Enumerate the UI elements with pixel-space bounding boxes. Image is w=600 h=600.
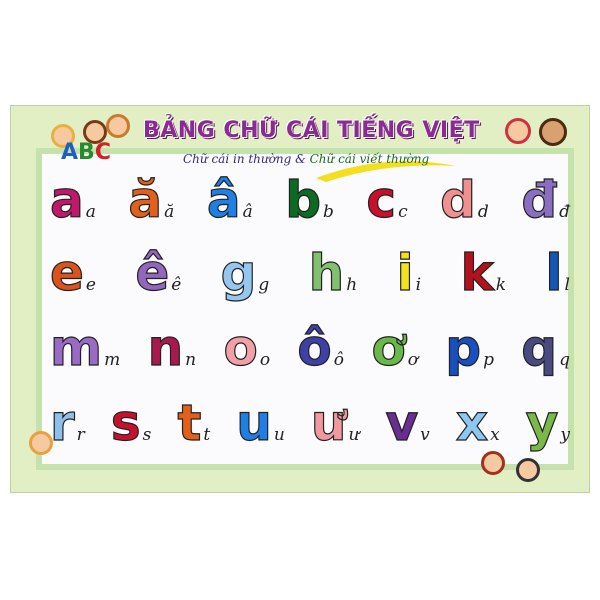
- letter-pair: ơơ: [371, 319, 418, 377]
- cursive-letter: d: [477, 202, 489, 222]
- letter-pair: êê: [135, 244, 182, 302]
- letter-pair: mm: [49, 319, 121, 377]
- cursive-letter: m: [104, 350, 121, 370]
- print-letter: g: [220, 244, 257, 302]
- print-letter: â: [206, 171, 241, 229]
- letter-pair: gg: [220, 244, 270, 302]
- letter-row: rrssttuuưưvvxxyy: [49, 394, 570, 452]
- print-letter: d: [440, 171, 477, 229]
- cursive-letter: i: [415, 275, 422, 295]
- print-letter: r: [49, 394, 75, 452]
- print-letter: s: [110, 394, 141, 452]
- letter-pair: vv: [385, 394, 430, 452]
- letter-row: eeêêgghhiikkll: [49, 244, 570, 302]
- letter-row: aaăăââbbccddđđ: [49, 171, 570, 229]
- letter-pair: ââ: [206, 171, 253, 229]
- poster-title: BẢNG CHỮ CÁI TIẾNG VIỆT: [143, 118, 480, 143]
- cursive-letter: c: [398, 202, 408, 222]
- letter-pair: nn: [147, 319, 197, 377]
- letter-pair: ss: [110, 394, 152, 452]
- print-letter: k: [460, 244, 494, 302]
- letter-pair: ii: [396, 244, 422, 302]
- letter-pair: cc: [366, 171, 408, 229]
- letter-pair: ưư: [310, 394, 360, 452]
- child-illustration: [539, 118, 567, 146]
- cursive-letter: n: [185, 350, 197, 370]
- child-illustration: [106, 114, 130, 138]
- poster-subtitle: Chữ cái in thường & Chữ cái viết thường: [183, 152, 430, 166]
- letter-pair: hh: [308, 244, 358, 302]
- letter-pair: qq: [521, 319, 570, 377]
- cursive-letter: ơ: [407, 350, 418, 370]
- cursive-letter: ô: [333, 350, 344, 370]
- print-letter: e: [49, 244, 84, 302]
- cursive-letter: s: [142, 425, 152, 445]
- print-letter: n: [147, 319, 184, 377]
- print-letter: ă: [128, 171, 163, 229]
- cursive-letter: o: [259, 350, 271, 370]
- abc-logo: ABC: [61, 140, 111, 165]
- letter-pair: ee: [49, 244, 96, 302]
- cursive-letter: p: [483, 350, 494, 370]
- letter-pair: tt: [177, 394, 211, 452]
- cursive-letter: k: [495, 275, 507, 295]
- letter-pair: đđ: [521, 171, 570, 229]
- child-illustration: [505, 118, 531, 144]
- letter-pair: rr: [49, 394, 85, 452]
- print-letter: v: [385, 394, 419, 452]
- cursive-letter: l: [564, 275, 570, 295]
- print-letter: q: [521, 319, 558, 377]
- cursive-letter: u: [273, 425, 285, 445]
- letter-pair: ll: [545, 244, 570, 302]
- cursive-letter: t: [203, 425, 211, 445]
- letter-pair: xx: [455, 394, 500, 452]
- cursive-letter: ă: [164, 202, 175, 222]
- cursive-letter: e: [85, 275, 96, 295]
- letter-pair: ăă: [128, 171, 175, 229]
- child-illustration: [481, 451, 505, 475]
- cursive-letter: b: [323, 202, 334, 222]
- print-letter: p: [445, 319, 482, 377]
- cursive-letter: ê: [171, 275, 182, 295]
- letter-row: mmnnooôôơơppqq: [49, 319, 570, 377]
- print-letter: ê: [135, 244, 170, 302]
- print-letter: ô: [297, 319, 333, 377]
- letter-pair: dd: [440, 171, 489, 229]
- letter-pair: oo: [223, 319, 271, 377]
- cursive-letter: h: [346, 275, 358, 295]
- print-letter: x: [455, 394, 489, 452]
- cursive-letter: q: [559, 350, 570, 370]
- print-letter: t: [177, 394, 202, 452]
- letter-pair: ôô: [297, 319, 344, 377]
- cursive-letter: â: [242, 202, 253, 222]
- cursive-letter: v: [420, 425, 430, 445]
- print-letter: b: [285, 171, 322, 229]
- letter-pair: pp: [445, 319, 494, 377]
- print-letter: a: [49, 171, 84, 229]
- letter-pair: bb: [285, 171, 334, 229]
- print-letter: c: [366, 171, 397, 229]
- print-letter: u: [236, 394, 273, 452]
- print-letter: y: [525, 394, 559, 452]
- print-letter: ư: [310, 394, 347, 452]
- cursive-letter: ư: [348, 425, 360, 445]
- cursive-letter: r: [76, 425, 85, 445]
- cursive-letter: a: [85, 202, 96, 222]
- print-letter: o: [223, 319, 259, 377]
- letter-pair: kk: [460, 244, 507, 302]
- cursive-letter: g: [258, 275, 270, 295]
- letter-pair: yy: [525, 394, 570, 452]
- child-illustration: [516, 458, 540, 482]
- cursive-letter: đ: [559, 202, 570, 222]
- print-letter: đ: [521, 171, 558, 229]
- print-letter: l: [545, 244, 563, 302]
- print-letter: i: [396, 244, 414, 302]
- print-letter: ơ: [371, 319, 407, 377]
- print-letter: h: [308, 244, 345, 302]
- letter-pair: uu: [236, 394, 285, 452]
- cursive-letter: y: [560, 425, 570, 445]
- print-letter: m: [49, 319, 103, 377]
- cursive-letter: x: [490, 425, 500, 445]
- letter-pair: aa: [49, 171, 96, 229]
